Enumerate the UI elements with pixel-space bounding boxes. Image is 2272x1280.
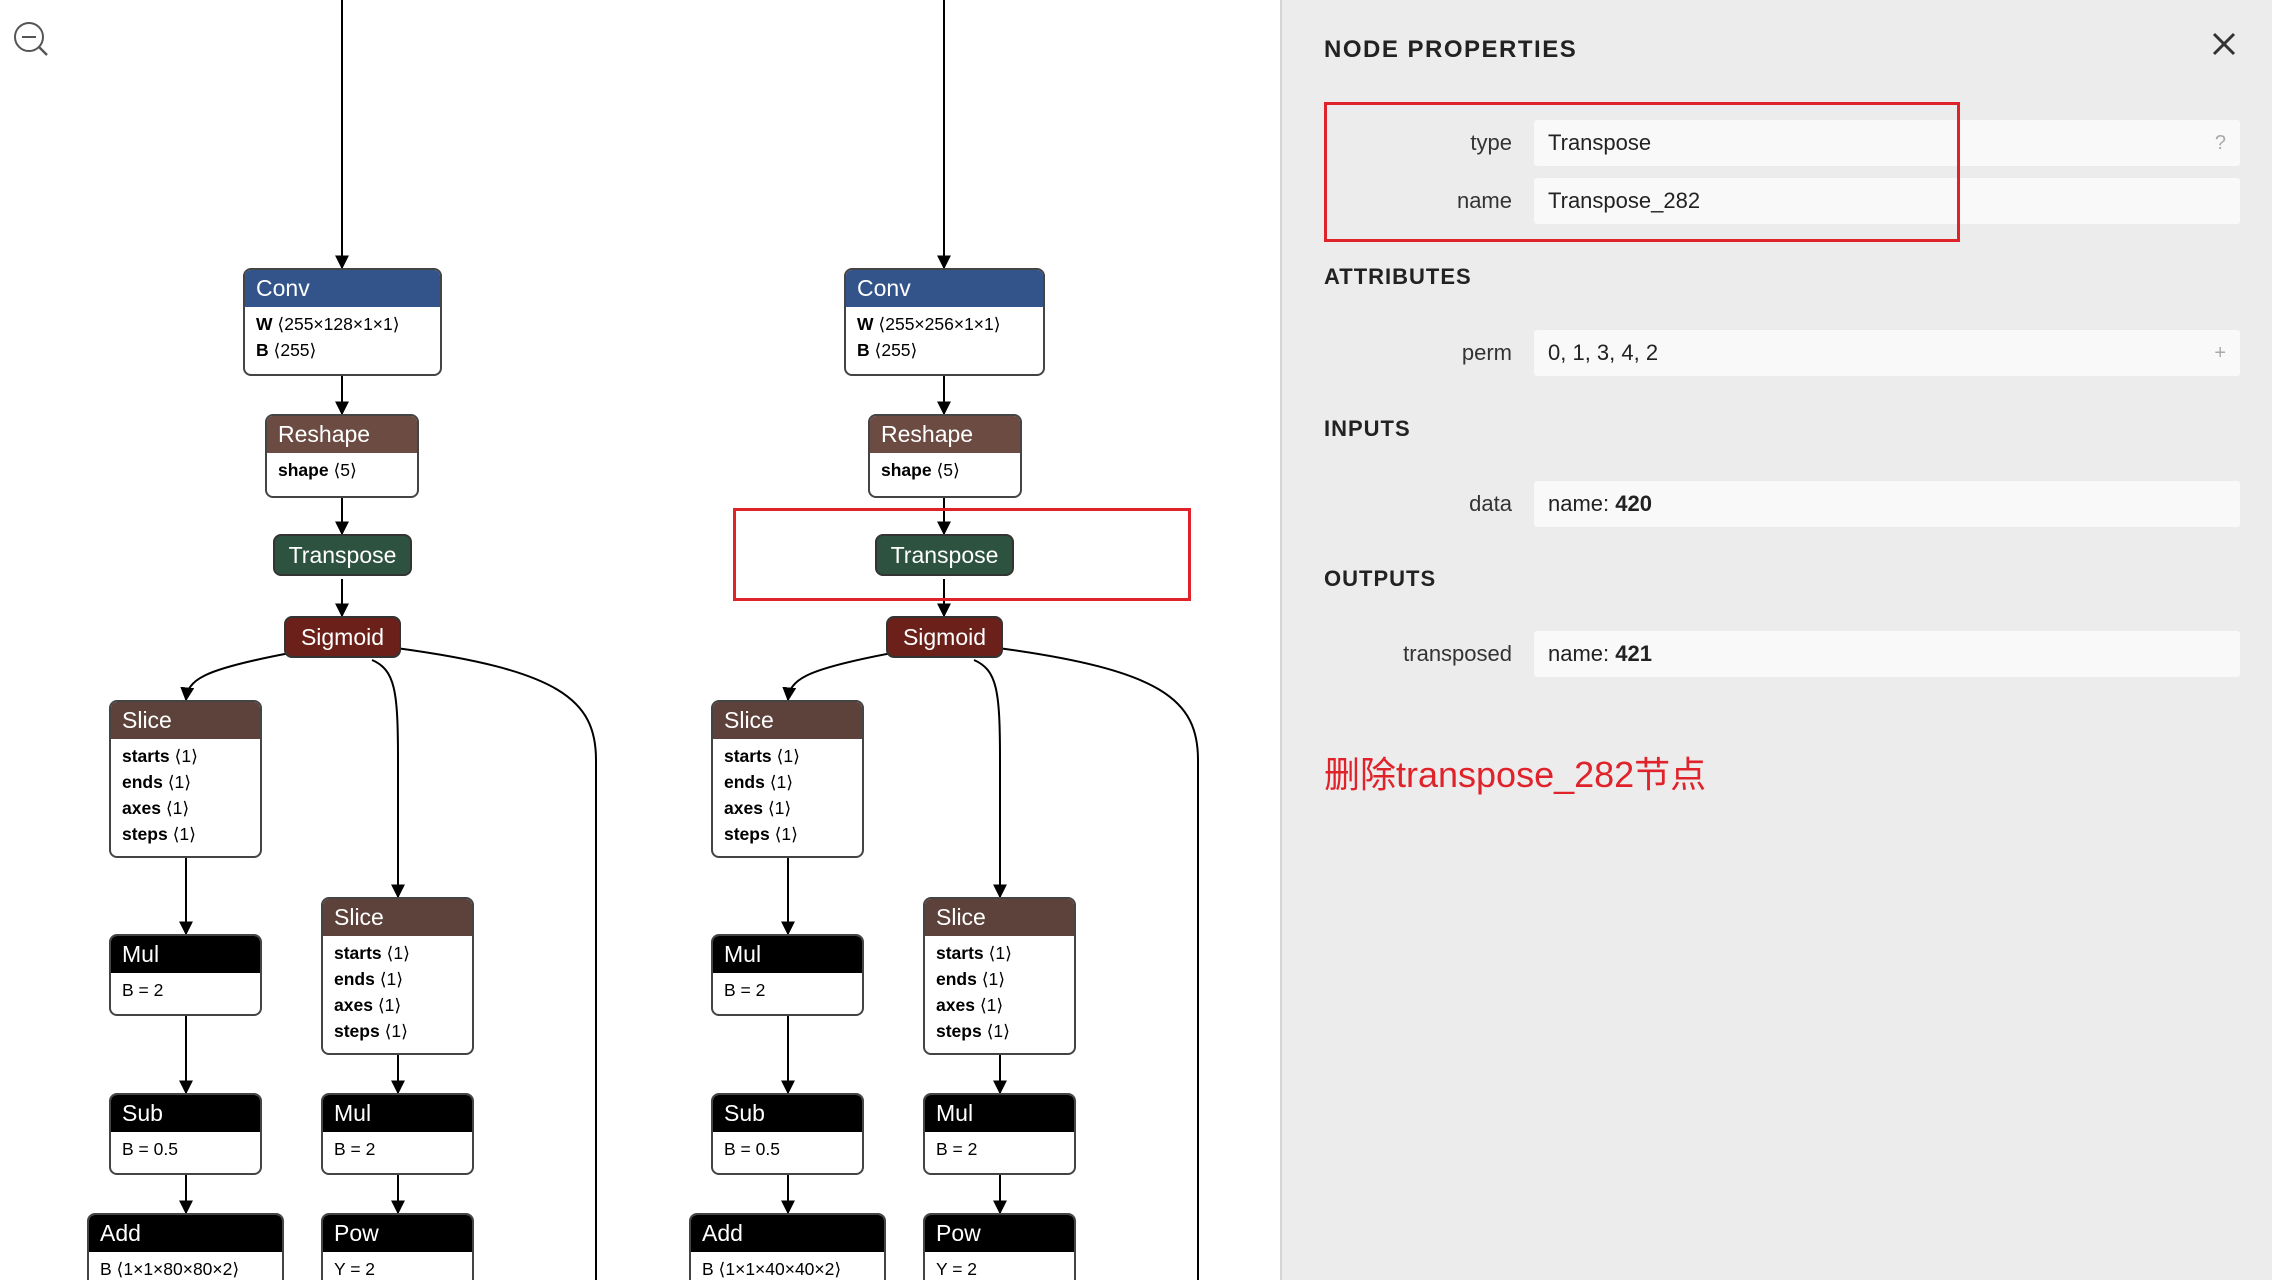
mul-node[interactable]: Mul B = 2: [109, 934, 262, 1016]
node-title: Slice: [323, 899, 472, 936]
node-title: Slice: [713, 702, 862, 739]
node-attribute: axes ⟨1⟩: [122, 798, 190, 818]
section-title: OUTPUTS: [1324, 566, 1437, 591]
node-attribute: starts ⟨1⟩: [122, 746, 198, 766]
node-attribute: ends ⟨1⟩: [724, 772, 794, 792]
node-attribute: Y = 2: [334, 1259, 376, 1279]
node-attribute: Y = 2: [936, 1259, 978, 1279]
node-attribute: ends ⟨1⟩: [334, 969, 404, 989]
node-title: Conv: [846, 270, 1043, 307]
reshape-node[interactable]: Reshape shape ⟨5⟩: [868, 414, 1022, 498]
node-title: Reshape: [870, 416, 1020, 453]
node-attribute: B ⟨1×1×80×80×2⟩: [100, 1259, 240, 1279]
output-label: transposed: [1403, 641, 1512, 666]
slice-node[interactable]: Slice starts ⟨1⟩ ends ⟨1⟩ axes ⟨1⟩ steps…: [321, 897, 474, 1055]
node-attribute: axes ⟨1⟩: [936, 995, 1004, 1015]
node-attribute: B = 2: [122, 980, 164, 1000]
pow-node[interactable]: Pow Y = 2: [923, 1213, 1076, 1280]
node-attribute: B = 0.5: [122, 1139, 178, 1159]
conv-node[interactable]: Conv W ⟨255×256×1×1⟩ B ⟨255⟩: [844, 268, 1045, 376]
section-title: INPUTS: [1324, 416, 1411, 441]
node-attribute: B ⟨255⟩: [857, 340, 918, 360]
node-title: Pow: [925, 1215, 1074, 1252]
node-title: Add: [89, 1215, 282, 1252]
mul-node[interactable]: Mul B = 2: [923, 1093, 1076, 1175]
annotation-note: 删除transpose_282节点: [1324, 754, 1707, 795]
node-title: Conv: [245, 270, 440, 307]
input-label: data: [1469, 491, 1512, 516]
node-attribute: starts ⟨1⟩: [936, 943, 1012, 963]
node-attribute: starts ⟨1⟩: [724, 746, 800, 766]
sigmoid-node[interactable]: Sigmoid: [886, 616, 1003, 658]
slice-node[interactable]: Slice starts ⟨1⟩ ends ⟨1⟩ axes ⟨1⟩ steps…: [711, 700, 864, 858]
add-node[interactable]: Add B ⟨1×1×80×80×2⟩: [87, 1213, 284, 1280]
mul-node[interactable]: Mul B = 2: [321, 1093, 474, 1175]
node-attribute: ends ⟨1⟩: [936, 969, 1006, 989]
node-attribute: steps ⟨1⟩: [334, 1021, 408, 1041]
node-attribute: W ⟨255×256×1×1⟩: [857, 314, 1001, 334]
node-attribute: starts ⟨1⟩: [334, 943, 410, 963]
attribute-label: perm: [1461, 340, 1512, 365]
output-value[interactable]: name: 421: [1534, 631, 2240, 677]
panel-title: NODE PROPERTIES: [1324, 36, 1578, 63]
add-node[interactable]: Add B ⟨1×1×40×40×2⟩: [689, 1213, 886, 1280]
highlight-box: [733, 508, 1191, 601]
slice-node[interactable]: Slice starts ⟨1⟩ ends ⟨1⟩ axes ⟨1⟩ steps…: [923, 897, 1076, 1055]
expand-icon[interactable]: +: [2214, 330, 2226, 376]
node-attribute: shape ⟨5⟩: [881, 460, 960, 480]
edge: [371, 659, 405, 899]
section-title: ATTRIBUTES: [1324, 264, 1472, 289]
node-attribute: axes ⟨1⟩: [334, 995, 402, 1015]
pow-node[interactable]: Pow Y = 2: [321, 1213, 474, 1280]
edge: [973, 659, 1007, 899]
node-title: Mul: [713, 936, 862, 973]
reshape-node[interactable]: Reshape shape ⟨5⟩: [265, 414, 419, 498]
node-title: Mul: [925, 1095, 1074, 1132]
input-value[interactable]: name: 420: [1534, 481, 2240, 527]
node-title: Sub: [111, 1095, 260, 1132]
transpose-node[interactable]: Transpose: [273, 534, 412, 576]
node-attribute: W ⟨255×128×1×1⟩: [256, 314, 400, 334]
graph-canvas[interactable]: Conv W ⟨255×128×1×1⟩ B ⟨255⟩ Reshape sha…: [0, 0, 1280, 1280]
sub-node[interactable]: Sub B = 0.5: [711, 1093, 864, 1175]
sub-node[interactable]: Sub B = 0.5: [109, 1093, 262, 1175]
node-attribute: B = 2: [936, 1139, 978, 1159]
graph-edges: [179, 0, 1199, 1280]
node-attribute: steps ⟨1⟩: [122, 824, 196, 844]
node-title: Sub: [713, 1095, 862, 1132]
node-attribute: ends ⟨1⟩: [122, 772, 192, 792]
node-attribute: axes ⟨1⟩: [724, 798, 792, 818]
node-attribute: B = 2: [724, 980, 766, 1000]
close-icon[interactable]: [2204, 24, 2244, 64]
node-attribute: B ⟨1×1×40×40×2⟩: [702, 1259, 842, 1279]
help-icon[interactable]: ?: [2215, 120, 2226, 166]
node-attribute: shape ⟨5⟩: [278, 460, 357, 480]
node-properties-panel: NODE PROPERTIES type Transpose ? name Tr…: [1280, 0, 2272, 1280]
slice-node[interactable]: Slice starts ⟨1⟩ ends ⟨1⟩ axes ⟨1⟩ steps…: [109, 700, 262, 858]
node-attribute: B = 2: [334, 1139, 376, 1159]
node-attribute: steps ⟨1⟩: [724, 824, 798, 844]
edge: [782, 652, 893, 702]
node-title: Add: [691, 1215, 884, 1252]
zoom-out-icon[interactable]: [12, 20, 50, 58]
node-title: Pow: [323, 1215, 472, 1252]
node-title: Slice: [111, 702, 260, 739]
attribute-value[interactable]: 0, 1, 3, 4, 2 +: [1534, 330, 2240, 376]
highlight-box: [1324, 102, 1960, 242]
conv-node[interactable]: Conv W ⟨255×128×1×1⟩ B ⟨255⟩: [243, 268, 442, 376]
node-title: Mul: [323, 1095, 472, 1132]
mul-node[interactable]: Mul B = 2: [711, 934, 864, 1016]
node-attribute: B = 0.5: [724, 1139, 780, 1159]
node-attribute: steps ⟨1⟩: [936, 1021, 1010, 1041]
sigmoid-node[interactable]: Sigmoid: [284, 616, 401, 658]
node-attribute: B ⟨255⟩: [256, 340, 317, 360]
edge: [180, 652, 291, 702]
node-title: Reshape: [267, 416, 417, 453]
node-title: Slice: [925, 899, 1074, 936]
node-title: Mul: [111, 936, 260, 973]
